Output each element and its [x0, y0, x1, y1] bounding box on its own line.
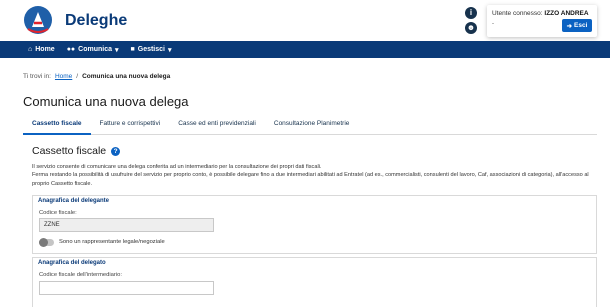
info-icon[interactable]: i	[465, 7, 477, 19]
nav-comunica[interactable]: ●● Comunica ▾	[67, 46, 119, 54]
main-nav: ⌂ Home ●● Comunica ▾ ■ Gestisci ▾	[0, 41, 610, 58]
delegato-fieldset: Anagrafica del delegato Codice fiscale d…	[32, 257, 597, 307]
tab-bar: Cassetto fiscale Fatture e corrispettivi…	[23, 116, 597, 135]
section-description: Il servizio consente di comunicare una d…	[32, 163, 597, 188]
page-title: Comunica una nuova delega	[23, 94, 189, 109]
home-icon: ⌂	[28, 46, 33, 53]
nav-home-label: Home	[35, 46, 55, 53]
header: Deleghe i ☻ Utente connesso: IZZO ANDREA…	[0, 0, 610, 41]
tab-cassetto-fiscale[interactable]: Cassetto fiscale	[23, 116, 91, 135]
breadcrumb: Ti trovi in: Home / Comunica una nuova d…	[23, 73, 170, 80]
exit-icon: ➜	[566, 22, 573, 30]
nav-comunica-label: Comunica	[78, 46, 112, 53]
section-title: Cassetto fiscale ?	[32, 145, 121, 157]
section-title-text: Cassetto fiscale	[32, 145, 107, 157]
user-info: Utente connesso: IZZO ANDREA	[492, 10, 589, 17]
description-line-2: Ferma restando la possibilità di usufrui…	[32, 172, 589, 187]
user-extra: -	[492, 21, 494, 27]
description-line-1: Il servizio consente di comunicare una d…	[32, 164, 322, 170]
user-label: Utente connesso:	[492, 10, 543, 17]
user-panel: Utente connesso: IZZO ANDREA - ➜ Esci	[487, 5, 597, 37]
exit-button[interactable]: ➜ Esci	[562, 19, 592, 32]
agenzia-entrate-logo[interactable]	[23, 5, 53, 35]
accessibility-icon[interactable]: ☻	[465, 22, 477, 34]
delegante-fieldset: Anagrafica del delegante Codice fiscale:…	[32, 195, 597, 254]
nav-home[interactable]: ⌂ Home	[28, 46, 55, 53]
breadcrumb-separator: /	[76, 73, 79, 80]
chevron-down-icon: ▾	[115, 46, 119, 54]
intermediary-cf-input[interactable]	[39, 281, 214, 295]
chevron-down-icon: ▾	[168, 46, 172, 54]
delegato-cf-label: Codice fiscale dell'intermediario:	[39, 272, 122, 278]
legal-representative-label: Sono un rappresentante legale/negoziale	[59, 239, 165, 245]
tab-casse-enti-previdenziali[interactable]: Casse ed enti previdenziali	[169, 116, 265, 135]
tab-fatture-corrispettivi[interactable]: Fatture e corrispettivi	[91, 116, 170, 135]
breadcrumb-home-link[interactable]: Home	[55, 73, 72, 80]
nav-gestisci[interactable]: ■ Gestisci ▾	[131, 46, 172, 54]
tab-consultazione-planimetrie[interactable]: Consultazione Planimetrie	[265, 116, 359, 135]
users-icon: ●●	[66, 46, 76, 53]
breadcrumb-current: Comunica una nuova delega	[82, 73, 171, 80]
legal-representative-toggle[interactable]	[39, 238, 54, 247]
app-title[interactable]: Deleghe	[65, 12, 127, 30]
nav-gestisci-label: Gestisci	[137, 46, 165, 53]
delegante-cf-label: Codice fiscale:	[39, 210, 77, 216]
delegante-legend: Anagrafica del delegante	[38, 198, 110, 204]
exit-label: Esci	[574, 22, 588, 29]
help-icon[interactable]: ?	[111, 146, 121, 156]
delegato-legend: Anagrafica del delegato	[38, 260, 106, 266]
user-name: IZZO ANDREA	[544, 10, 589, 17]
delegante-cf-input[interactable]: ZZNE	[39, 218, 214, 232]
gear-icon: ■	[130, 46, 135, 53]
breadcrumb-prefix: Ti trovi in:	[23, 73, 51, 80]
